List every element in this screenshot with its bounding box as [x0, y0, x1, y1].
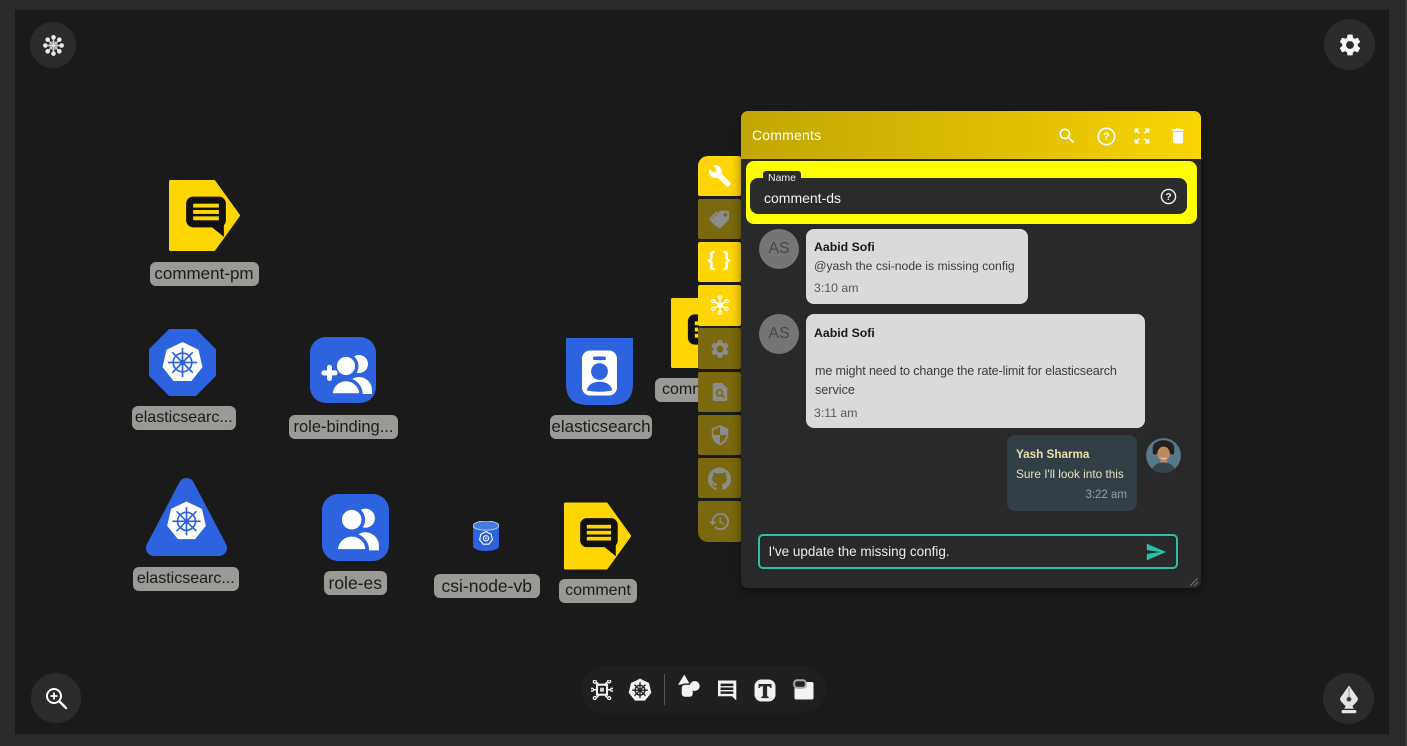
svg-text:?: ? — [1103, 131, 1110, 143]
svg-text:?: ? — [1165, 192, 1171, 203]
